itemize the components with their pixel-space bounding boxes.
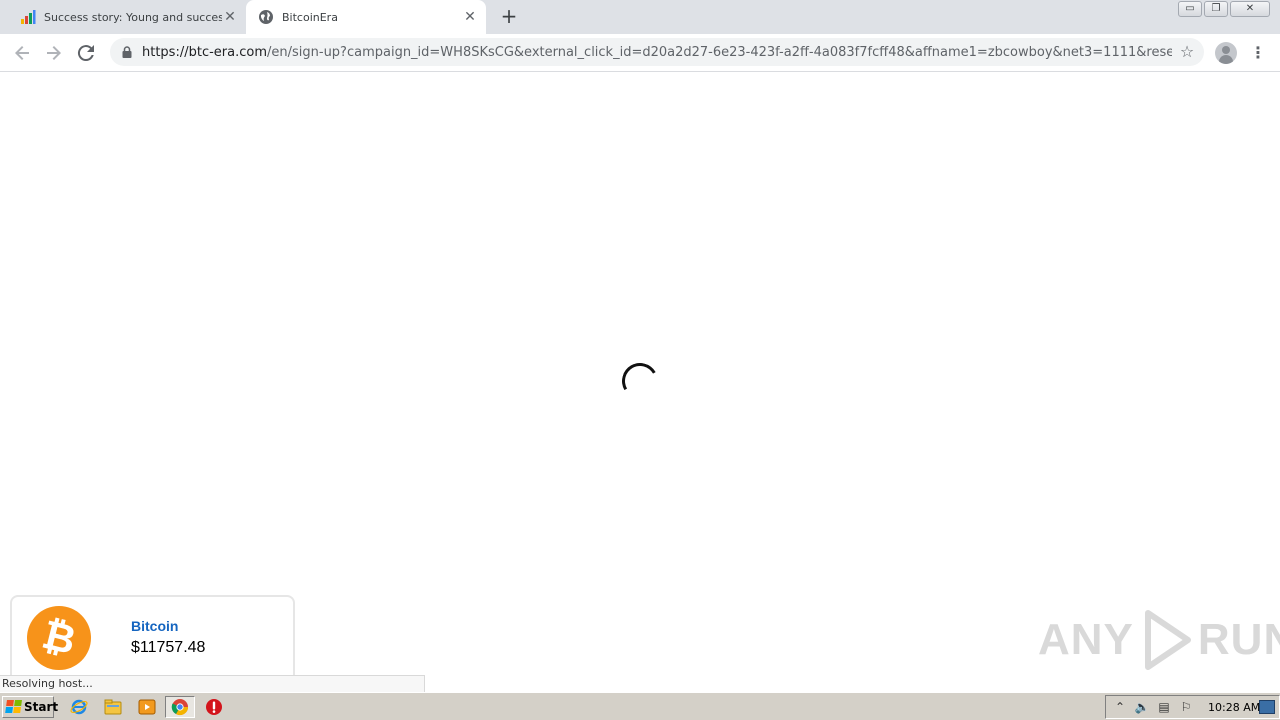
security-app-icon[interactable] <box>205 698 223 716</box>
clock[interactable]: 10:28 AM <box>1208 701 1260 714</box>
forward-arrow-icon[interactable] <box>42 41 66 65</box>
watermark-right-text: RUN <box>1197 615 1280 664</box>
volume-icon[interactable]: 🔈 <box>1134 699 1150 715</box>
url-path: /en/sign-up?campaign_id=WH8SKsCG&externa… <box>267 44 1172 60</box>
page-content: ₿ Bitcoin $11757.48 Resolving host... AN… <box>0 72 1280 695</box>
media-player-icon[interactable] <box>138 698 156 716</box>
network-icon[interactable]: ▤ <box>1156 699 1172 715</box>
tab-title: Success story: Young and successful <box>44 10 222 24</box>
new-tab-button[interactable]: + <box>498 5 520 27</box>
back-arrow-icon[interactable] <box>10 41 34 65</box>
window-controls: ▭ ❐ ✕ <box>1178 1 1270 17</box>
show-desktop-icon[interactable] <box>1259 700 1275 714</box>
profile-avatar-icon[interactable] <box>1215 42 1237 64</box>
watermark-left-text: ANY <box>1038 615 1134 664</box>
url-host: https://btc-era.com <box>142 44 267 60</box>
more-menu-icon[interactable]: ⋮ <box>1250 42 1266 64</box>
lock-icon <box>122 46 132 58</box>
windows-logo-icon <box>5 700 22 714</box>
restore-button[interactable]: ❐ <box>1204 1 1228 17</box>
browser-toolbar: https://btc-era.com/en/sign-up?campaign_… <box>0 34 1280 72</box>
tab-strip: Success story: Young and successful ✕ Bi… <box>0 0 1280 34</box>
bookmark-star-icon[interactable]: ☆ <box>1178 43 1196 61</box>
internet-explorer-icon[interactable] <box>70 698 88 716</box>
chrome-taskbar-button[interactable] <box>165 696 195 718</box>
bitcoin-symbol: ₿ <box>37 611 81 665</box>
folder-icon[interactable] <box>104 698 122 716</box>
status-bubble: Resolving host... <box>0 675 425 693</box>
chrome-icon <box>171 699 189 716</box>
play-logo-icon <box>1144 610 1191 670</box>
close-window-button[interactable]: ✕ <box>1230 1 1270 17</box>
tab-title: BitcoinEra <box>282 10 338 24</box>
reload-icon[interactable] <box>74 41 98 65</box>
system-tray: ⌃ 🔈 ▤ ⚐ 10:28 AM <box>1105 695 1280 719</box>
tab-close-icon[interactable]: ✕ <box>222 9 238 25</box>
tab-close-icon[interactable]: ✕ <box>462 9 478 25</box>
action-center-flag-icon[interactable]: ⚐ <box>1178 699 1194 715</box>
bitcoin-logo-icon: ₿ <box>27 606 91 670</box>
url-text[interactable]: https://btc-era.com/en/sign-up?campaign_… <box>142 45 1172 60</box>
start-label: Start <box>24 700 59 714</box>
show-hidden-icons-icon[interactable]: ⌃ <box>1112 699 1128 715</box>
tab-success-story[interactable]: Success story: Young and successful ✕ <box>8 0 246 34</box>
bar-chart-icon <box>21 10 36 24</box>
coin-name: Bitcoin <box>131 618 179 634</box>
globe-icon <box>259 10 273 24</box>
tab-bitcoinera[interactable]: BitcoinEra ✕ <box>246 0 486 34</box>
minimize-button[interactable]: ▭ <box>1178 1 1202 17</box>
anyrun-watermark: ANY RUN <box>1038 607 1280 673</box>
coin-price: $11757.48 <box>131 639 206 656</box>
loading-spinner <box>617 358 663 404</box>
address-bar[interactable]: https://btc-era.com/en/sign-up?campaign_… <box>110 38 1204 66</box>
taskbar: Start ⌃ 🔈 ▤ ⚐ 10:28 AM <box>0 692 1280 720</box>
start-button[interactable]: Start <box>2 696 58 718</box>
